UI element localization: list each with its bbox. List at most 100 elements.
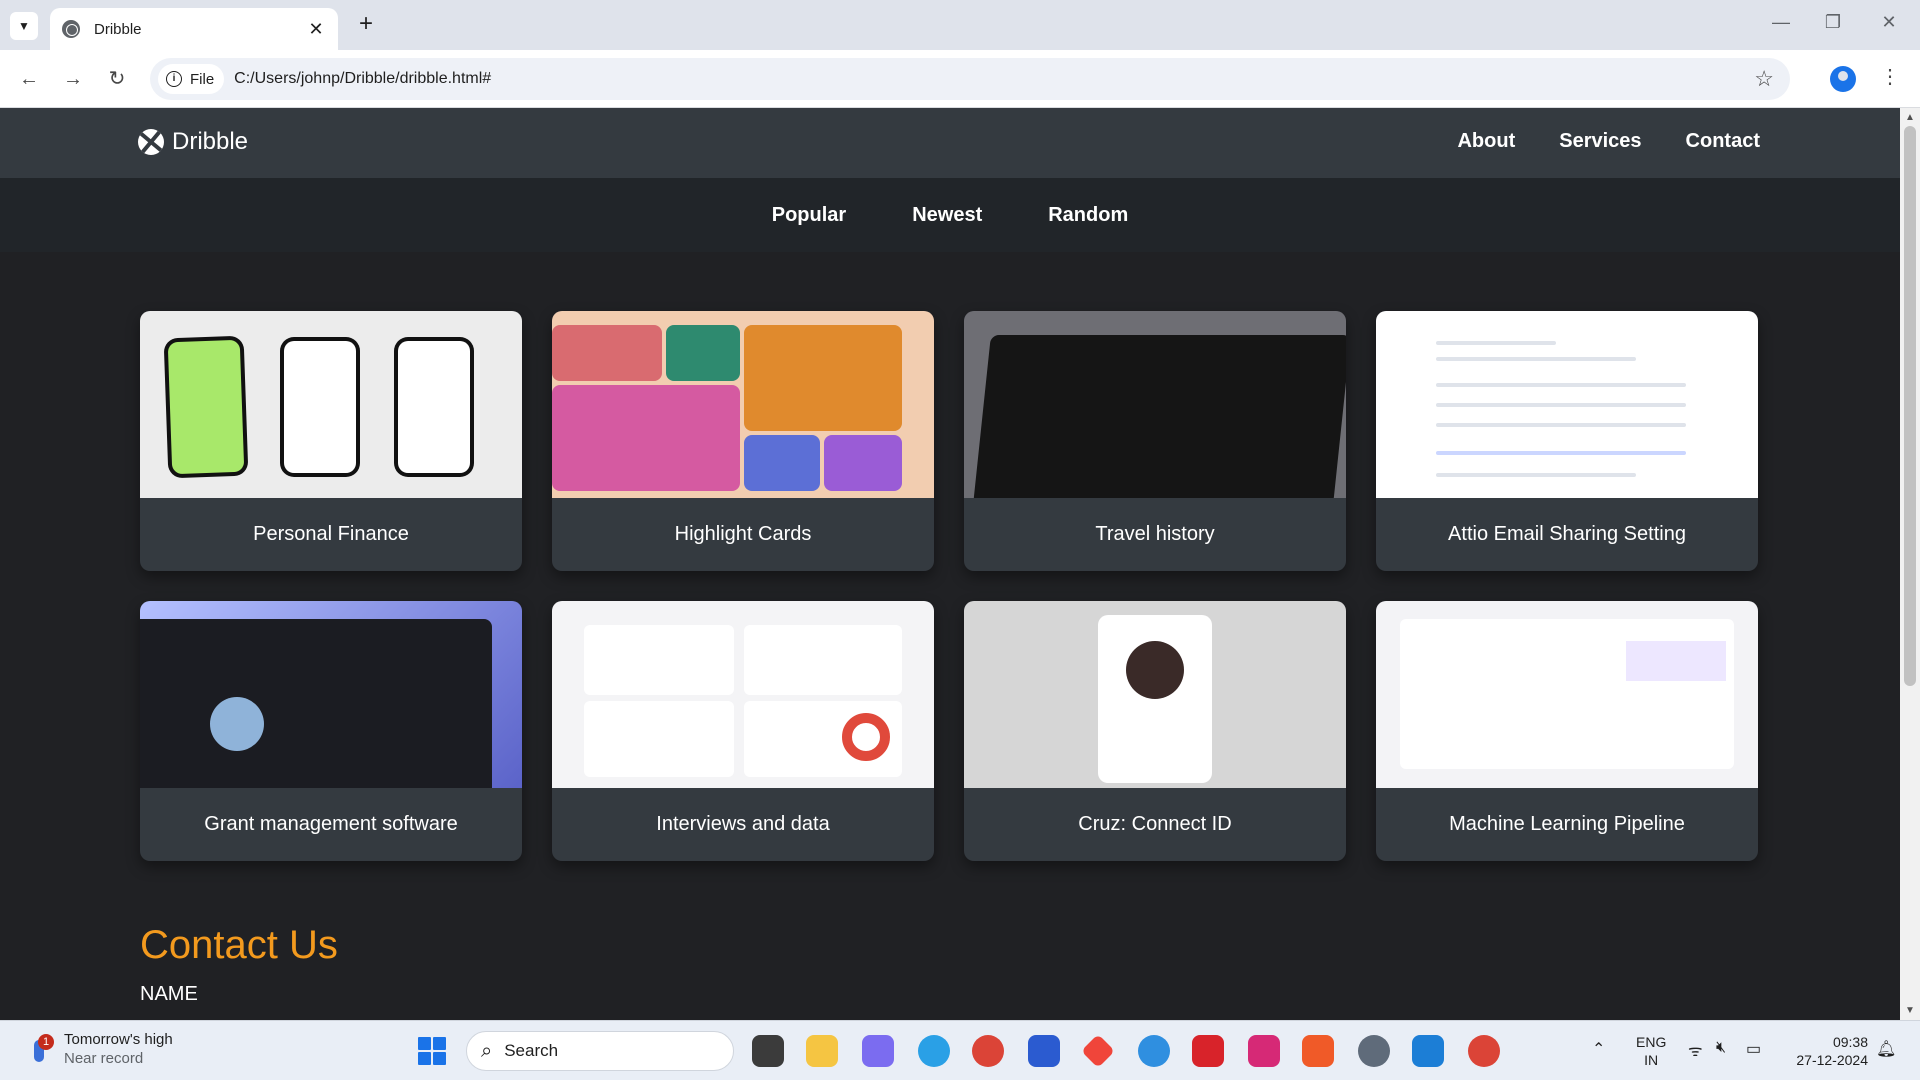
file-label: File [190, 70, 215, 88]
url-text[interactable]: C:/Users/johnp/Dribble/dribble.html# [234, 70, 1754, 88]
info-icon: i [166, 71, 182, 87]
taskbar-search-label: Search [504, 1041, 559, 1060]
shot-title: Machine Learning Pipeline [1449, 813, 1685, 835]
browser-tab-bar: ▼ Dribble ✕ + — ❐ ✕ [0, 0, 1920, 50]
chevron-up-icon[interactable]: ⌃ [1592, 1039, 1605, 1059]
clock-time: 09:38 [1832, 1034, 1868, 1050]
filter-nav: Popular Newest Random [0, 178, 1900, 252]
lang-secondary: IN [1644, 1052, 1659, 1068]
browser-toolbar: ← → ↻ i File C:/Users/johnp/Dribble/drib… [0, 50, 1920, 108]
shot-card[interactable]: Personal Finance [140, 311, 522, 571]
minimize-icon[interactable]: — [1766, 12, 1796, 33]
windows-start-icon[interactable] [418, 1037, 446, 1065]
file-explorer-icon[interactable] [806, 1035, 838, 1067]
nav-contact-link[interactable]: Contact [1686, 130, 1760, 153]
shot-thumbnail [552, 311, 934, 498]
address-bar[interactable]: i File C:/Users/johnp/Dribble/dribble.ht… [150, 58, 1790, 100]
main-nav: About Services Contact [1457, 130, 1760, 153]
shot-title: Personal Finance [253, 523, 409, 545]
site-header: Dribble About Services Contact [0, 108, 1900, 178]
name-field-label: NAME [140, 983, 198, 1005]
shot-thumbnail [140, 601, 522, 788]
new-tab-plus-icon[interactable]: + [352, 10, 380, 38]
filter-random-link[interactable]: Random [1048, 204, 1128, 227]
brand-name: Dribble [172, 128, 249, 155]
browser-tab[interactable]: Dribble ✕ [50, 8, 338, 50]
shot-title: Cruz: Connect ID [1078, 813, 1232, 835]
battery-icon[interactable]: ▭ [1746, 1039, 1761, 1059]
taskbar-search[interactable]: ⌕ Search [466, 1031, 734, 1071]
tab-search-chevron-icon[interactable]: ▼ [10, 12, 38, 40]
speaker-muted-icon[interactable]: 🔇︎ [1716, 1039, 1726, 1057]
office-icon[interactable] [1302, 1035, 1334, 1067]
task-view-icon[interactable] [752, 1035, 784, 1067]
mcafee-icon[interactable] [1192, 1035, 1224, 1067]
shot-title: Attio Email Sharing Setting [1448, 523, 1686, 545]
tab-close-icon[interactable]: ✕ [306, 19, 326, 40]
help-icon[interactable] [1138, 1035, 1170, 1067]
shot-thumbnail [1376, 311, 1758, 498]
shot-thumbnail [1376, 601, 1758, 788]
back-arrow-icon[interactable]: ← [12, 62, 46, 96]
shot-thumbnail [552, 601, 934, 788]
shot-card[interactable]: Machine Learning Pipeline [1376, 601, 1758, 861]
browser-menu-icon[interactable]: ⋮ [1880, 64, 1900, 89]
shot-title: Interviews and data [656, 813, 830, 835]
scroll-down-arrow-icon[interactable]: ▼ [1905, 1005, 1915, 1016]
shot-thumbnail [964, 311, 1346, 498]
page-viewport: Dribble About Services Contact Popular N… [0, 108, 1900, 1020]
site-logo[interactable]: Dribble [138, 128, 248, 156]
shot-card[interactable]: Travel history [964, 311, 1346, 571]
language-indicator[interactable]: ENG IN [1636, 1033, 1666, 1069]
shot-thumbnail [964, 601, 1346, 788]
reload-icon[interactable]: ↻ [100, 62, 134, 96]
shot-card[interactable]: Attio Email Sharing Setting [1376, 311, 1758, 571]
weather-title: Tomorrow's high [64, 1031, 173, 1048]
shot-card[interactable]: Grant management software [140, 601, 522, 861]
filter-popular-link[interactable]: Popular [772, 204, 846, 227]
site-info-chip[interactable]: i File [158, 64, 225, 94]
scroll-up-arrow-icon[interactable]: ▲ [1905, 112, 1915, 123]
forward-arrow-icon[interactable]: → [56, 62, 90, 96]
shot-title: Grant management software [204, 813, 458, 835]
wifi-icon[interactable]: ᯤ [1688, 1039, 1703, 1061]
tab-title: Dribble [94, 20, 142, 38]
bookmark-star-icon[interactable]: ☆ [1754, 66, 1774, 92]
weather-subtitle: Near record [64, 1050, 144, 1067]
shot-grid: Personal Finance Highlight Cards Travel … [140, 311, 1760, 861]
weather-badge: 1 [38, 1034, 54, 1050]
chrome-profile-icon[interactable] [1468, 1035, 1500, 1067]
shot-thumbnail [140, 311, 522, 498]
taskbar: 1 Tomorrow's high Near record ⌕ Search ⌃… [0, 1020, 1920, 1080]
contact-heading: Contact Us [140, 923, 338, 967]
window-close-icon[interactable]: ✕ [1874, 12, 1904, 33]
weather-widget[interactable]: 1 Tomorrow's high Near record [28, 1031, 173, 1067]
filter-newest-link[interactable]: Newest [912, 204, 982, 227]
search-icon: ⌕ [481, 1039, 493, 1062]
copilot-icon[interactable] [862, 1035, 894, 1067]
notification-bell-icon[interactable]: 🔔︎ [1876, 1039, 1896, 1059]
page-scrollbar[interactable]: ▲ ▼ [1900, 108, 1920, 1020]
nav-about-link[interactable]: About [1457, 130, 1515, 153]
restore-icon[interactable]: ❐ [1818, 12, 1848, 33]
globe-icon [62, 20, 80, 38]
nav-services-link[interactable]: Services [1559, 130, 1641, 153]
lang-primary: ENG [1636, 1034, 1667, 1050]
chrome-icon[interactable] [972, 1035, 1004, 1067]
profile-avatar-icon[interactable] [1830, 66, 1856, 92]
instagram-icon[interactable] [1248, 1035, 1280, 1067]
store-icon[interactable] [1028, 1035, 1060, 1067]
basketball-icon [138, 129, 164, 155]
shot-card[interactable]: Highlight Cards [552, 311, 934, 571]
shot-title: Highlight Cards [674, 523, 812, 545]
app-diamond-icon[interactable] [1081, 1034, 1115, 1068]
edge-icon[interactable] [918, 1035, 950, 1067]
settings-gear-icon[interactable] [1358, 1035, 1390, 1067]
clock-date: 27-12-2024 [1796, 1052, 1868, 1068]
shot-card[interactable]: Interviews and data [552, 601, 934, 861]
scrollbar-thumb[interactable] [1904, 126, 1916, 686]
clock[interactable]: 09:38 27-12-2024 [1788, 1033, 1868, 1069]
shot-card[interactable]: Cruz: Connect ID [964, 601, 1346, 861]
vscode-icon[interactable] [1412, 1035, 1444, 1067]
shot-title: Travel history [1095, 523, 1215, 545]
